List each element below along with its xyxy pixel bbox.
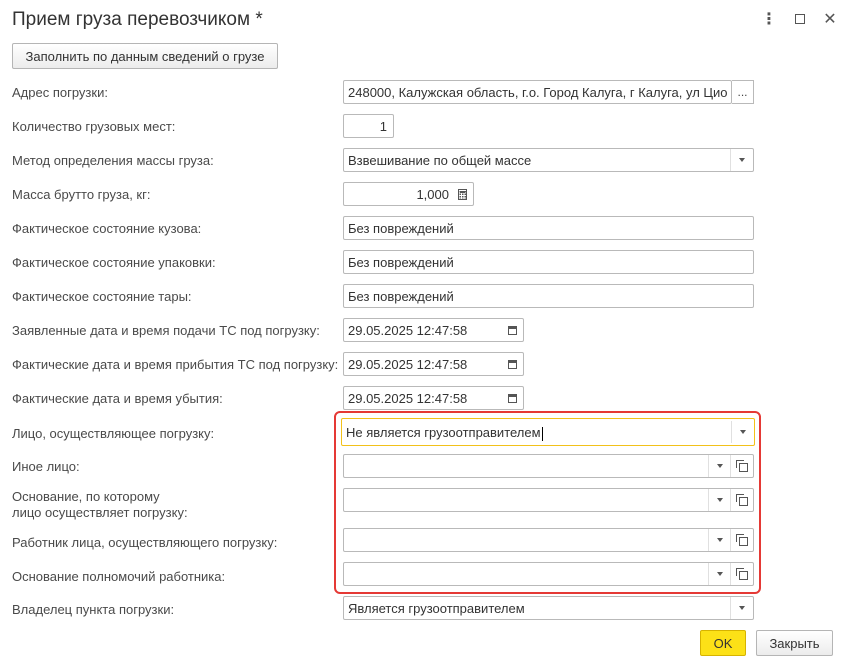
mass-method-select[interactable]: Взвешивание по общей массе [343, 148, 754, 172]
basis-label-line1: Основание, по которому [12, 489, 160, 504]
worker-open-icon[interactable] [730, 529, 753, 551]
loading-person-value: Не является грузоотправителем [346, 425, 543, 441]
loading-address-field[interactable]: 248000, Калужская область, г.о. Город Ка… [343, 80, 732, 104]
body-state-input[interactable]: Без повреждений [343, 216, 754, 240]
close-button[interactable]: Закрыть [756, 630, 833, 656]
departure-datetime-value: 29.05.2025 12:47:58 [348, 391, 468, 406]
cargo-places-value: 1 [379, 119, 387, 134]
gross-mass-value: 1,000 [416, 187, 449, 202]
basis-open-icon[interactable] [730, 489, 753, 511]
gross-mass-input[interactable]: 1,000 [343, 182, 474, 206]
worker-authority-open-icon[interactable] [730, 563, 753, 585]
worker-authority-select[interactable] [343, 562, 754, 586]
arrival-datetime-label: Фактические дата и время прибытия ТС под… [12, 357, 339, 372]
basis-dropdown-icon[interactable] [708, 489, 731, 511]
cargo-places-input[interactable]: 1 [343, 114, 394, 138]
close-icon[interactable]: ✕ [819, 8, 841, 30]
worker-label: Работник лица, осуществляющего погрузку: [12, 535, 278, 550]
arrival-datetime-input[interactable]: 29.05.2025 12:47:58 [343, 352, 524, 376]
mass-method-value: Взвешивание по общей массе [348, 153, 532, 168]
point-owner-dropdown-icon[interactable] [730, 597, 753, 619]
worker-dropdown-icon[interactable] [708, 529, 731, 551]
container-state-input[interactable]: Без повреждений [343, 284, 754, 308]
loading-address-value: 248000, Калужская область, г.о. Город Ка… [348, 85, 727, 100]
worker-authority-label: Основание полномочий работника: [12, 569, 226, 584]
loading-person-dropdown-icon[interactable] [731, 421, 754, 443]
declared-datetime-value: 29.05.2025 12:47:58 [348, 323, 468, 338]
departure-datetime-label: Фактические дата и время убытия: [12, 391, 223, 406]
mass-method-label: Метод определения массы груза: [12, 153, 214, 168]
calculator-icon[interactable] [451, 183, 473, 205]
body-state-value: Без повреждений [348, 221, 454, 236]
point-owner-select[interactable]: Является грузоотправителем [343, 596, 754, 620]
package-state-label: Фактическое состояние упаковки: [12, 255, 216, 270]
departure-datetime-input[interactable]: 29.05.2025 12:47:58 [343, 386, 524, 410]
form-title: Прием груза перевозчиком * [12, 9, 263, 30]
loading-address-label: Адрес погрузки: [12, 85, 108, 100]
loading-person-select[interactable]: Не является грузоотправителем [341, 418, 755, 446]
other-person-dropdown-icon[interactable] [708, 455, 731, 477]
container-state-label: Фактическое состояние тары: [12, 289, 192, 304]
more-actions-icon[interactable]: ⋮ [758, 8, 780, 30]
calendar-icon[interactable] [501, 319, 523, 341]
calendar-icon[interactable] [501, 387, 523, 409]
declared-datetime-input[interactable]: 29.05.2025 12:47:58 [343, 318, 524, 342]
maximize-icon[interactable] [789, 8, 811, 30]
ok-button[interactable]: OK [700, 630, 746, 656]
body-state-label: Фактическое состояние кузова: [12, 221, 202, 236]
other-person-open-icon[interactable] [730, 455, 753, 477]
declared-datetime-label: Заявленные дата и время подачи ТС под по… [12, 323, 320, 338]
gross-mass-label: Масса брутто груза, кг: [12, 187, 151, 202]
basis-select[interactable] [343, 488, 754, 512]
worker-authority-dropdown-icon[interactable] [708, 563, 731, 585]
arrival-datetime-value: 29.05.2025 12:47:58 [348, 357, 468, 372]
loading-address-select-button[interactable]: ... [732, 80, 754, 104]
other-person-select[interactable] [343, 454, 754, 478]
other-person-label: Иное лицо: [12, 459, 80, 474]
mass-method-dropdown-icon[interactable] [730, 149, 753, 171]
package-state-input[interactable]: Без повреждений [343, 250, 754, 274]
calendar-icon[interactable] [501, 353, 523, 375]
point-owner-label: Владелец пункта погрузки: [12, 602, 175, 617]
fill-from-cargo-button[interactable]: Заполнить по данным сведений о грузе [12, 43, 278, 69]
point-owner-value: Является грузоотправителем [348, 601, 525, 616]
worker-select[interactable] [343, 528, 754, 552]
loading-person-label: Лицо, осуществляющее погрузку: [12, 426, 215, 441]
package-state-value: Без повреждений [348, 255, 454, 270]
basis-label-line2: лицо осуществляет погрузку: [12, 505, 188, 520]
container-state-value: Без повреждений [348, 289, 454, 304]
cargo-places-label: Количество грузовых мест: [12, 119, 176, 134]
